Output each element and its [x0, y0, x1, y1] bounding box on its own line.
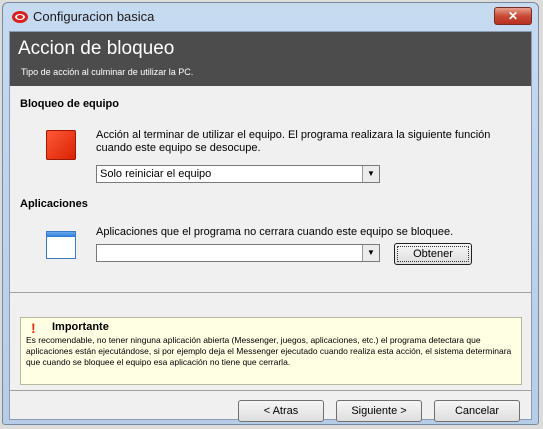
dialog-window: Configuracion basica ✕ Accion de bloqueo… [2, 2, 539, 425]
back-button[interactable]: < Atras [238, 400, 324, 422]
obtener-button-label: Obtener [397, 246, 469, 262]
lock-block-icon [46, 130, 76, 160]
separator [10, 292, 531, 293]
title-bar[interactable]: Configuracion basica ✕ [3, 3, 538, 31]
cancel-button[interactable]: Cancelar [434, 400, 520, 422]
important-title: Importante [52, 321, 109, 333]
aplicaciones-select[interactable]: ▼ [96, 244, 380, 262]
close-button[interactable]: ✕ [494, 7, 532, 25]
window-title: Configuracion basica [33, 9, 155, 24]
bloqueo-selected-value: Solo reiniciar el equipo [100, 168, 212, 180]
bloqueo-action-select[interactable]: Solo reiniciar el equipo ▼ [96, 165, 380, 183]
important-text: Es recomendable, no tener ninguna aplica… [26, 335, 512, 367]
aplicaciones-heading: Aplicaciones [20, 198, 88, 210]
dialog-body: Accion de bloqueo Tipo de acción al culm… [9, 31, 532, 422]
chevron-down-icon[interactable]: ▼ [362, 245, 379, 261]
aplicaciones-description: Aplicaciones que el programa no cerrara … [96, 226, 454, 238]
page-subtitle: Tipo de acción al culminar de utilizar l… [21, 67, 194, 77]
bloqueo-description: Acción al terminar de utilizar el equipo… [96, 129, 491, 154]
app-logo-icon [12, 11, 28, 23]
warning-icon: ! [31, 320, 36, 336]
obtener-button[interactable]: Obtener [394, 243, 472, 265]
footer-separator [10, 390, 531, 391]
bloqueo-heading: Bloqueo de equipo [20, 98, 119, 110]
page-title: Accion de bloqueo [18, 38, 175, 59]
wizard-header: Accion de bloqueo Tipo de acción al culm… [10, 32, 531, 86]
next-button[interactable]: Siguiente > [336, 400, 422, 422]
chevron-down-icon[interactable]: ▼ [362, 166, 379, 182]
important-notice: ! Importante Es recomendable, no tener n… [20, 317, 522, 385]
window-app-icon [46, 231, 76, 259]
